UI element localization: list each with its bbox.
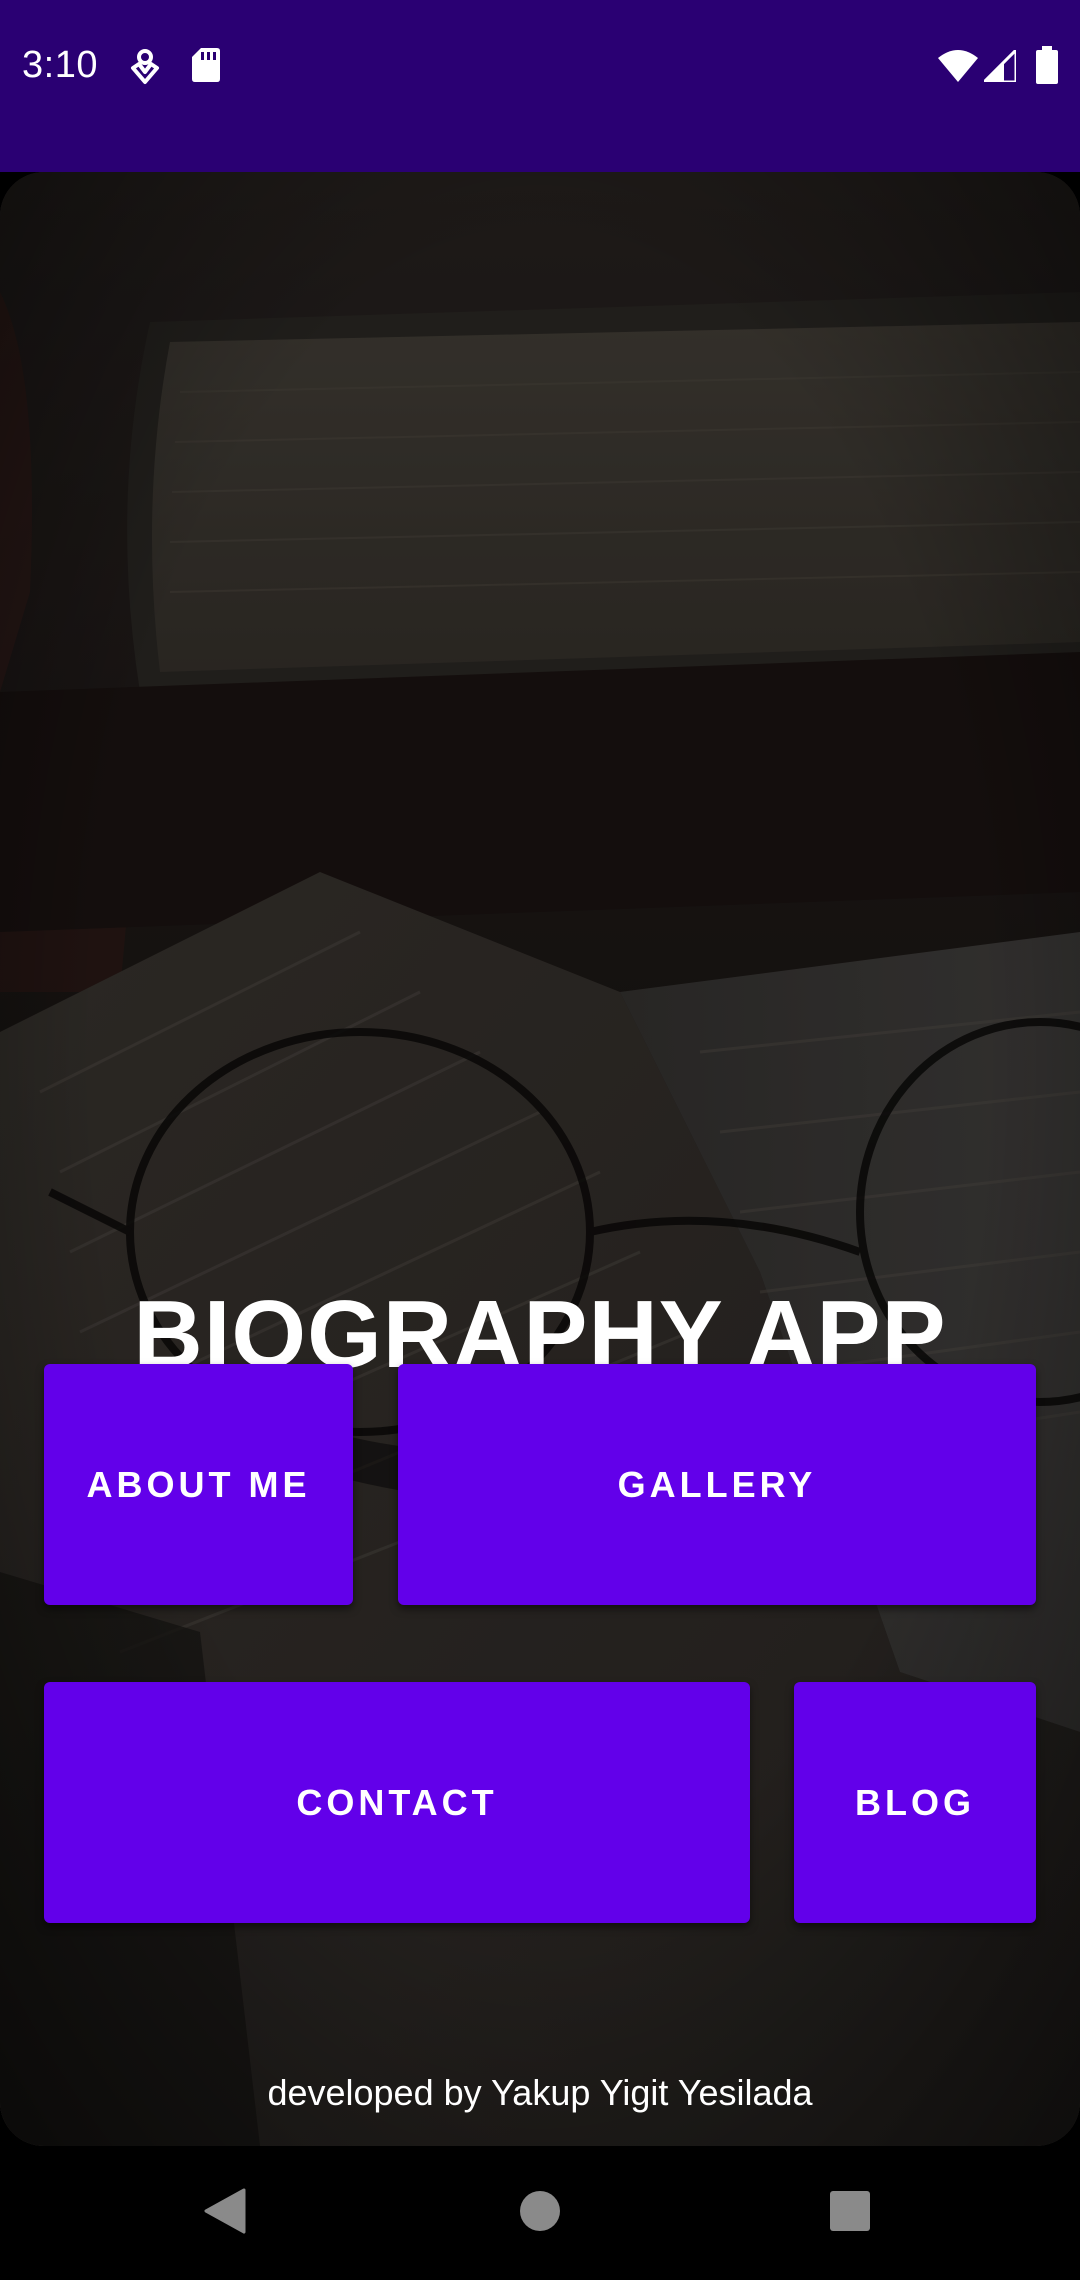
sd-card-icon bbox=[192, 48, 220, 87]
recents-icon bbox=[829, 2190, 871, 2237]
gallery-button[interactable]: GALLERY bbox=[398, 1364, 1036, 1605]
back-icon bbox=[204, 2188, 246, 2239]
cell-signal-icon bbox=[980, 46, 1018, 87]
about-me-button[interactable]: ABOUT ME bbox=[44, 1364, 353, 1605]
back-button[interactable] bbox=[155, 2146, 295, 2280]
battery-icon bbox=[1036, 46, 1058, 89]
phone-screen: 3:10 BIOGRAPHY APP ABOUT ME GALLERY CONT… bbox=[0, 0, 1080, 2280]
location-hint-icon bbox=[130, 48, 160, 91]
main-content: BIOGRAPHY APP ABOUT ME GALLERY CONTACT B… bbox=[0, 172, 1080, 2146]
status-bar: 3:10 bbox=[0, 0, 1080, 172]
home-button[interactable] bbox=[470, 2146, 610, 2280]
wifi-icon bbox=[938, 50, 978, 87]
developer-credit: developed by Yakup Yigit Yesilada bbox=[267, 2072, 813, 2113]
navigation-bar bbox=[0, 2146, 1080, 2280]
recents-button[interactable] bbox=[780, 2146, 920, 2280]
contact-button[interactable]: CONTACT bbox=[44, 1682, 750, 1923]
status-time: 3:10 bbox=[22, 44, 98, 86]
blog-button[interactable]: BLOG bbox=[794, 1682, 1036, 1923]
home-icon bbox=[519, 2190, 561, 2237]
